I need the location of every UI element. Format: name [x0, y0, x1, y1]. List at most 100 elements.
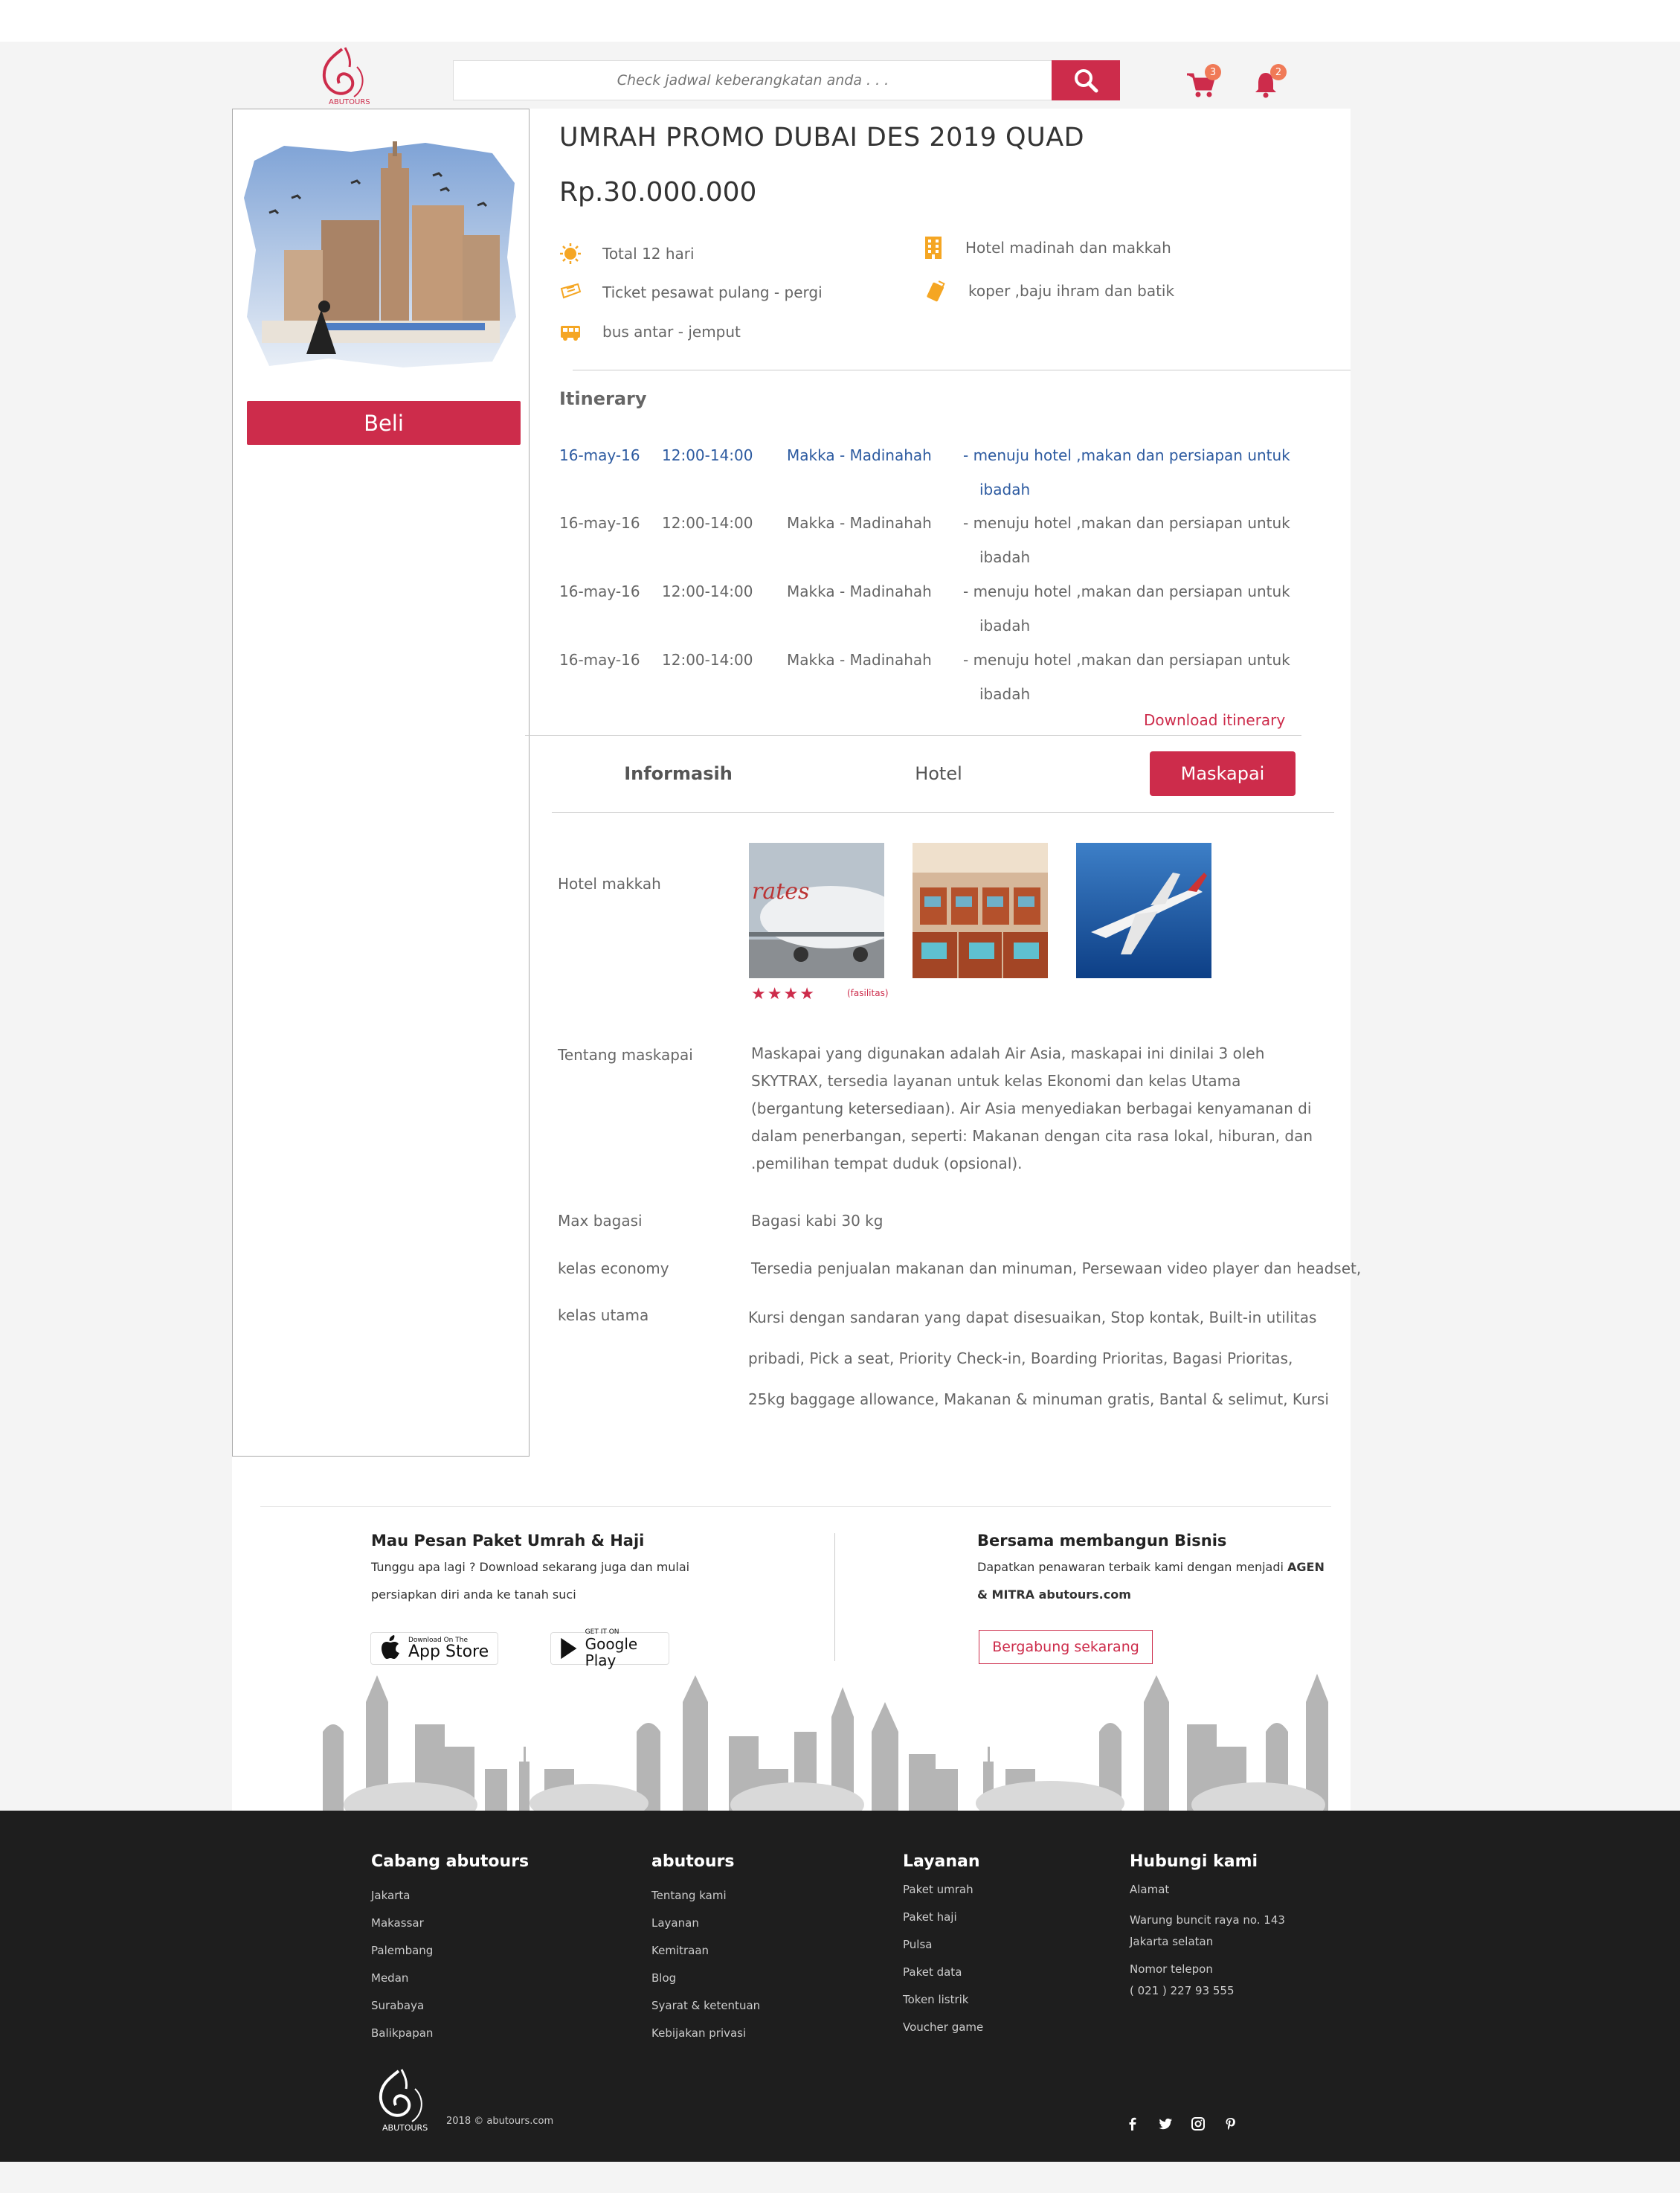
footer-link[interactable]: Pulsa: [903, 1931, 983, 1959]
footer-link[interactable]: Layanan: [651, 1910, 760, 1937]
itinerary-date: 16-may-16: [559, 446, 640, 464]
cart-button[interactable]: 3: [1184, 64, 1221, 100]
apple-icon: [382, 1635, 399, 1659]
footer-link[interactable]: Palembang: [371, 1937, 433, 1965]
footer-link[interactable]: Token listrik: [903, 1986, 983, 2014]
business-class-line: Kursi dengan sandaran yang dapat disesua…: [748, 1309, 1317, 1326]
package-price: Rp.30.000.000: [559, 177, 757, 208]
google-play-button[interactable]: GET IT ON Google Play: [550, 1628, 669, 1669]
footer-link[interactable]: Blog: [651, 1965, 760, 1992]
promo-partner-line: & MITRA abutours.com: [977, 1587, 1131, 1602]
feature-duration: Total 12 hari: [559, 243, 695, 265]
feature-luggage: koper ,baju ihram dan batik: [925, 278, 1174, 304]
search-button[interactable]: [1052, 60, 1120, 100]
economy-class-label: kelas economy: [558, 1259, 669, 1277]
itinerary-row[interactable]: 16-may-16 12:00-14:00 Makka - Madinahah …: [559, 651, 1303, 710]
promo-app-line: persiapkan diri anda ke tanah suci: [371, 1587, 576, 1602]
promo-partner-text: Dapatkan penawaran terbaik kami dengan m…: [977, 1560, 1288, 1574]
info-tabs: Informasih Hotel Maskapai: [552, 751, 1334, 797]
footer-services-title: Layanan: [903, 1852, 980, 1871]
buy-button[interactable]: Beli: [247, 401, 521, 445]
footer: [0, 1811, 1680, 2162]
itinerary-date: 16-may-16: [559, 514, 640, 532]
feature-bus-label: bus antar - jemput: [602, 323, 741, 341]
itinerary-row[interactable]: 16-may-16 12:00-14:00 Makka - Madinahah …: [559, 582, 1303, 642]
itinerary-desc-cont: ibadah: [979, 685, 1031, 703]
star-icon: ★: [751, 985, 767, 1004]
tab-maskapai[interactable]: Maskapai: [1150, 751, 1296, 796]
star-icon: ★: [799, 985, 816, 1004]
hotel-makkah-label: Hotel makkah: [558, 875, 661, 893]
ticket-icon: [560, 283, 582, 299]
itinerary-row[interactable]: 16-may-16 12:00-14:00 Makka - Madinahah …: [559, 446, 1303, 506]
itinerary-desc-cont: ibadah: [979, 548, 1031, 566]
itinerary-route: Makka - Madinahah: [787, 514, 932, 532]
city-skyline-illustration: [232, 1672, 1351, 1827]
footer-link[interactable]: Surabaya: [371, 1992, 433, 2020]
footer-link[interactable]: Paket data: [903, 1959, 983, 1986]
airline-photo-cabin[interactable]: [913, 843, 1048, 978]
instagram-icon[interactable]: [1190, 2116, 1206, 2132]
social-links: [1124, 2116, 1239, 2132]
about-airline-label: Tentang maskapai: [558, 1046, 693, 1064]
top-bar: [0, 0, 1680, 42]
phone-number[interactable]: ( 021 ) 227 93 555: [1130, 1980, 1285, 2002]
footer-link[interactable]: Syarat & ketentuan: [651, 1992, 760, 2020]
twitter-icon[interactable]: [1157, 2116, 1174, 2132]
search-input[interactable]: [454, 61, 1052, 100]
itinerary-route: Makka - Madinahah: [787, 446, 932, 464]
sun-icon: [560, 243, 581, 264]
svg-text:rates: rates: [752, 879, 809, 905]
itinerary-desc: - menuju hotel ,makan dan persiapan untu…: [963, 514, 1290, 532]
about-airline-text: Maskapai yang digunakan adalah Air Asia,…: [751, 1044, 1313, 1172]
svg-text:ABUTOURS: ABUTOURS: [382, 2123, 428, 2133]
footer-about-list: Tentang kami Layanan Kemitraan Blog Syar…: [651, 1882, 760, 2047]
airline-photo-flight[interactable]: [1076, 843, 1211, 978]
footer-link[interactable]: Kemitraan: [651, 1937, 760, 1965]
airline-photo-exterior[interactable]: rates: [749, 843, 884, 978]
feature-luggage-label: koper ,baju ihram dan batik: [968, 282, 1175, 300]
divider: [834, 1533, 835, 1661]
tab-informasi[interactable]: Informasih: [604, 751, 753, 796]
footer-contact-title: Hubungi kami: [1130, 1852, 1258, 1871]
footer-link[interactable]: Paket umrah: [903, 1876, 983, 1904]
logo-mark-icon: ABUTOURS: [379, 2069, 428, 2133]
tab-hotel[interactable]: Hotel: [864, 751, 1013, 796]
footer-link[interactable]: Medan: [371, 1965, 433, 1992]
itinerary-row[interactable]: 16-may-16 12:00-14:00 Makka - Madinahah …: [559, 514, 1303, 574]
itinerary-time: 12:00-14:00: [662, 582, 753, 600]
footer-link[interactable]: Tentang kami: [651, 1882, 760, 1910]
footer-link[interactable]: Balikpapan: [371, 2020, 433, 2047]
footer-link[interactable]: Kebijakan privasi: [651, 2020, 760, 2047]
footer-logo[interactable]: ABUTOURS: [367, 2065, 434, 2133]
notification-button[interactable]: 2: [1249, 64, 1287, 100]
bus-icon: [561, 326, 580, 341]
pinterest-icon[interactable]: [1223, 2116, 1239, 2132]
footer-contact: Alamat Warung buncit raya no. 143 Jakart…: [1130, 1876, 1285, 2002]
google-play-big: Google Play: [585, 1635, 638, 1669]
fasilitas-link[interactable]: (fasilitas): [847, 988, 889, 998]
package-photo: [239, 138, 522, 376]
footer-link[interactable]: Makassar: [371, 1910, 433, 1937]
footer-link[interactable]: Jakarta: [371, 1882, 433, 1910]
download-itinerary-link[interactable]: Download itinerary: [1144, 711, 1285, 729]
itinerary-route: Makka - Madinahah: [787, 582, 932, 600]
divider: [525, 735, 1301, 736]
max-baggage-label: Max bagasi: [558, 1212, 643, 1230]
svg-text:ABUTOURS: ABUTOURS: [329, 98, 370, 106]
facebook-icon[interactable]: [1124, 2116, 1141, 2132]
cart-count-badge: 3: [1205, 64, 1221, 80]
app-store-big: App Store: [408, 1643, 489, 1661]
feature-duration-label: Total 12 hari: [602, 245, 695, 263]
join-now-button[interactable]: Bergabung sekarang: [979, 1630, 1153, 1664]
feature-bus: bus antar - jemput: [559, 321, 741, 343]
promo-partner-line: Dapatkan penawaran terbaik kami dengan m…: [977, 1553, 1325, 1581]
abutours-logo[interactable]: ABUTOURS: [312, 45, 372, 107]
bottom-strip: [0, 2162, 1680, 2193]
footer-link[interactable]: Voucher game: [903, 2014, 983, 2041]
app-store-button[interactable]: Download On The App Store: [370, 1632, 498, 1665]
promo-partner-bold: AGEN: [1287, 1560, 1325, 1574]
footer-link[interactable]: Paket haji: [903, 1904, 983, 1931]
divider: [260, 1506, 1331, 1507]
divider: [552, 812, 1334, 813]
